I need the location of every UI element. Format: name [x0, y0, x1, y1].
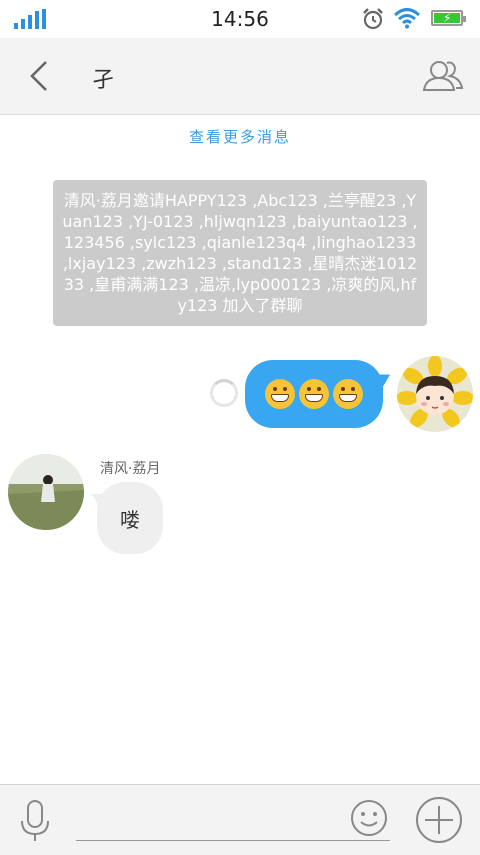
alarm-icon — [363, 8, 383, 30]
sender-name: 清风·荔月 — [100, 461, 161, 477]
input-bar — [0, 784, 480, 855]
outgoing-message-bubble[interactable] — [245, 360, 395, 428]
battery-icon: ⚡ — [431, 10, 466, 26]
sender-avatar[interactable] — [8, 454, 84, 530]
input-underline — [76, 840, 390, 841]
grin-emoji-icon — [265, 379, 295, 409]
self-avatar[interactable] — [397, 356, 473, 432]
grin-emoji-icon — [299, 379, 329, 409]
system-message: 清风·荔月邀请HAPPY123 ,Abc123 ,兰亭醒23 ,Yuan123 … — [53, 180, 427, 326]
back-icon[interactable] — [26, 58, 54, 94]
add-attachment-icon[interactable] — [415, 796, 463, 844]
grin-emoji-icon — [333, 379, 363, 409]
emoji-icon[interactable] — [350, 799, 388, 837]
sending-spinner-icon — [210, 379, 238, 407]
chat-title: 孑 — [92, 68, 115, 93]
incoming-message-text: 喽 — [120, 507, 140, 532]
load-more-messages-link[interactable]: 查看更多消息 — [0, 126, 480, 147]
microphone-icon[interactable] — [18, 799, 52, 843]
incoming-message-bubble[interactable]: 喽 — [88, 482, 163, 554]
chat-header: 孑 — [0, 38, 480, 115]
group-members-icon[interactable] — [422, 56, 464, 96]
status-bar: 14:56 ⚡ — [0, 0, 480, 38]
message-input[interactable] — [78, 797, 342, 839]
wifi-icon — [394, 8, 420, 29]
